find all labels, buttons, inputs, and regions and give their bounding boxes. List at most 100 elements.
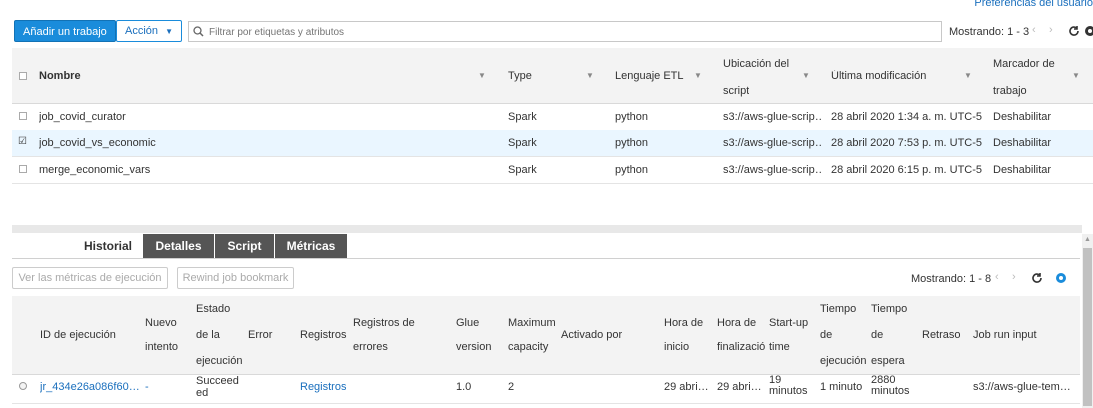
col-wait-3: espera (871, 355, 905, 367)
run-maxcap: 2 (508, 381, 515, 393)
row-checkbox-checked[interactable]: ☑ (18, 136, 27, 147)
col-maxcap-2: capacity (508, 341, 549, 353)
col-run-id[interactable]: ID de ejecución (40, 324, 116, 346)
job-name[interactable]: job_covid_vs_economic (39, 137, 156, 149)
col-errlogs-1[interactable]: Registros de (353, 312, 415, 334)
settings-icon[interactable] (1084, 25, 1093, 37)
col-startup-1[interactable]: Start-up (769, 312, 808, 334)
tab-script[interactable]: Script (215, 234, 274, 258)
col-status-2: de la (196, 329, 220, 341)
job-bookmark: Deshabilitar (993, 164, 1052, 176)
col-end-1[interactable]: Hora de (717, 312, 756, 334)
col-maxcap-1[interactable]: Maximum (508, 312, 556, 334)
filter-field[interactable] (188, 21, 942, 42)
sort-modified-icon[interactable]: ▼ (964, 71, 972, 80)
col-modified[interactable]: Última modificación (831, 70, 926, 82)
tab-details[interactable]: Detalles (143, 234, 214, 258)
run-id-link[interactable]: jr_434e26a086f60… (40, 381, 140, 393)
runs-scrollbar[interactable]: ▲ (1082, 234, 1093, 408)
sort-name-icon[interactable]: ▼ (478, 71, 486, 80)
col-glue-2: version (456, 341, 492, 353)
run-input: s3://aws-glue-tem… (973, 381, 1071, 393)
add-job-button[interactable]: Añadir un trabajo (14, 20, 116, 42)
job-type: Spark (508, 137, 537, 149)
job-script: s3://aws-glue-scrip… (723, 137, 823, 149)
col-exec-3: ejecución (820, 355, 867, 367)
run-radio[interactable] (19, 382, 27, 390)
col-glue-1[interactable]: Glue (456, 312, 479, 334)
runs-showing: Mostrando: 1 - 8 (911, 273, 992, 285)
col-start-2: inicio (664, 341, 690, 353)
runs-next-page-icon[interactable]: › (1012, 271, 1016, 283)
job-modified: 28 abril 2020 6:15 p. m. UTC-5 (831, 164, 983, 176)
job-lang: python (615, 111, 649, 123)
col-trigger[interactable]: Activado por (561, 324, 622, 346)
col-start-1[interactable]: Hora de (664, 312, 703, 334)
runs-settings-icon[interactable] (1055, 272, 1067, 284)
col-retry-1[interactable]: Nuevo (145, 312, 177, 334)
job-lang: python (615, 164, 649, 176)
sort-bookmark-icon[interactable]: ▼ (1072, 71, 1080, 80)
run-wait-2: minutos (871, 386, 910, 397)
sort-type-icon[interactable]: ▼ (586, 71, 594, 80)
select-all-checkbox[interactable] (19, 72, 27, 80)
search-icon (193, 26, 204, 37)
run-retry[interactable]: - (145, 381, 149, 393)
rewind-job-bookmark-button[interactable]: Rewind job bookmark (177, 267, 294, 289)
run-logs-link[interactable]: Registros (300, 381, 346, 393)
run-status-1: Succeed (196, 375, 239, 387)
sort-script-icon[interactable]: ▼ (802, 71, 810, 80)
job-name[interactable]: job_covid_curator (39, 111, 126, 123)
tab-history[interactable]: Historial (72, 234, 144, 258)
col-script-1[interactable]: Ubicación del (723, 58, 789, 70)
col-error[interactable]: Error (248, 324, 272, 346)
job-type: Spark (508, 111, 537, 123)
col-bookmark-2: trabajo (993, 85, 1027, 97)
action-dropdown[interactable]: Acción ▼ (116, 20, 183, 42)
col-etl[interactable]: Lenguaje ETL (615, 70, 684, 82)
col-run-input[interactable]: Job run input (973, 324, 1037, 346)
run-startup-2: minutos (769, 386, 808, 397)
col-retry-2: intento (145, 341, 179, 353)
run-wait-1: 2880 (871, 375, 896, 386)
col-exec-1[interactable]: Tiempo (820, 298, 856, 320)
job-modified: 28 abril 2020 1:34 a. m. UTC-5 (831, 111, 983, 123)
caret-down-icon: ▼ (165, 27, 174, 36)
col-name[interactable]: Nombre (39, 70, 81, 82)
refresh-icon[interactable] (1068, 25, 1080, 37)
col-status-1[interactable]: Estado (196, 298, 230, 320)
run-status-2: ed (196, 387, 209, 399)
runs-refresh-icon[interactable] (1031, 272, 1043, 284)
next-page-icon[interactable]: › (1049, 24, 1053, 36)
run-row[interactable]: jr_434e26a086f60… - Succeed ed Registros… (12, 375, 1080, 404)
runs-prev-page-icon[interactable]: ‹ (995, 271, 999, 283)
col-type[interactable]: Type (508, 70, 532, 82)
col-exec-2: de (820, 329, 833, 341)
view-run-metrics-button[interactable]: Ver las métricas de ejecución (12, 267, 168, 289)
run-start: 29 abri… (664, 381, 709, 393)
panel-resize-divider[interactable] (12, 225, 1082, 233)
job-name[interactable]: merge_economic_vars (39, 164, 150, 176)
col-logs[interactable]: Registros (300, 324, 346, 346)
job-bookmark: Deshabilitar (993, 111, 1052, 123)
col-bookmark-1[interactable]: Marcador de (993, 58, 1055, 70)
job-modified: 28 abril 2020 7:53 p. m. UTC-5 (831, 137, 983, 149)
scrollbar-thumb[interactable] (1083, 248, 1092, 406)
filter-input[interactable] (207, 24, 911, 41)
row-checkbox[interactable] (19, 165, 27, 173)
job-row[interactable]: merge_economic_vars Spark python s3://aw… (12, 157, 1093, 184)
job-type: Spark (508, 164, 537, 176)
runs-table-header: ID de ejecución Nuevo intento Estado de … (12, 296, 1080, 375)
job-row[interactable]: ☑ job_covid_vs_economic Spark python s3:… (12, 130, 1093, 157)
tab-metrics[interactable]: Métricas (275, 234, 347, 258)
row-checkbox[interactable] (19, 112, 27, 120)
user-preferences-link[interactable]: Preferencias del usuario (974, 0, 1093, 9)
jobs-table-header: Nombre ▼ Type ▼ Lenguaje ETL ▼ Ubicación… (12, 48, 1093, 104)
job-lang: python (615, 137, 649, 149)
scroll-up-icon[interactable]: ▲ (1084, 236, 1091, 243)
col-wait-1[interactable]: Tiempo (871, 298, 907, 320)
prev-page-icon[interactable]: ‹ (1032, 24, 1036, 36)
col-delay[interactable]: Retraso (922, 324, 961, 346)
job-row[interactable]: job_covid_curator Spark python s3://aws-… (12, 104, 1093, 131)
sort-etl-icon[interactable]: ▼ (694, 71, 702, 80)
